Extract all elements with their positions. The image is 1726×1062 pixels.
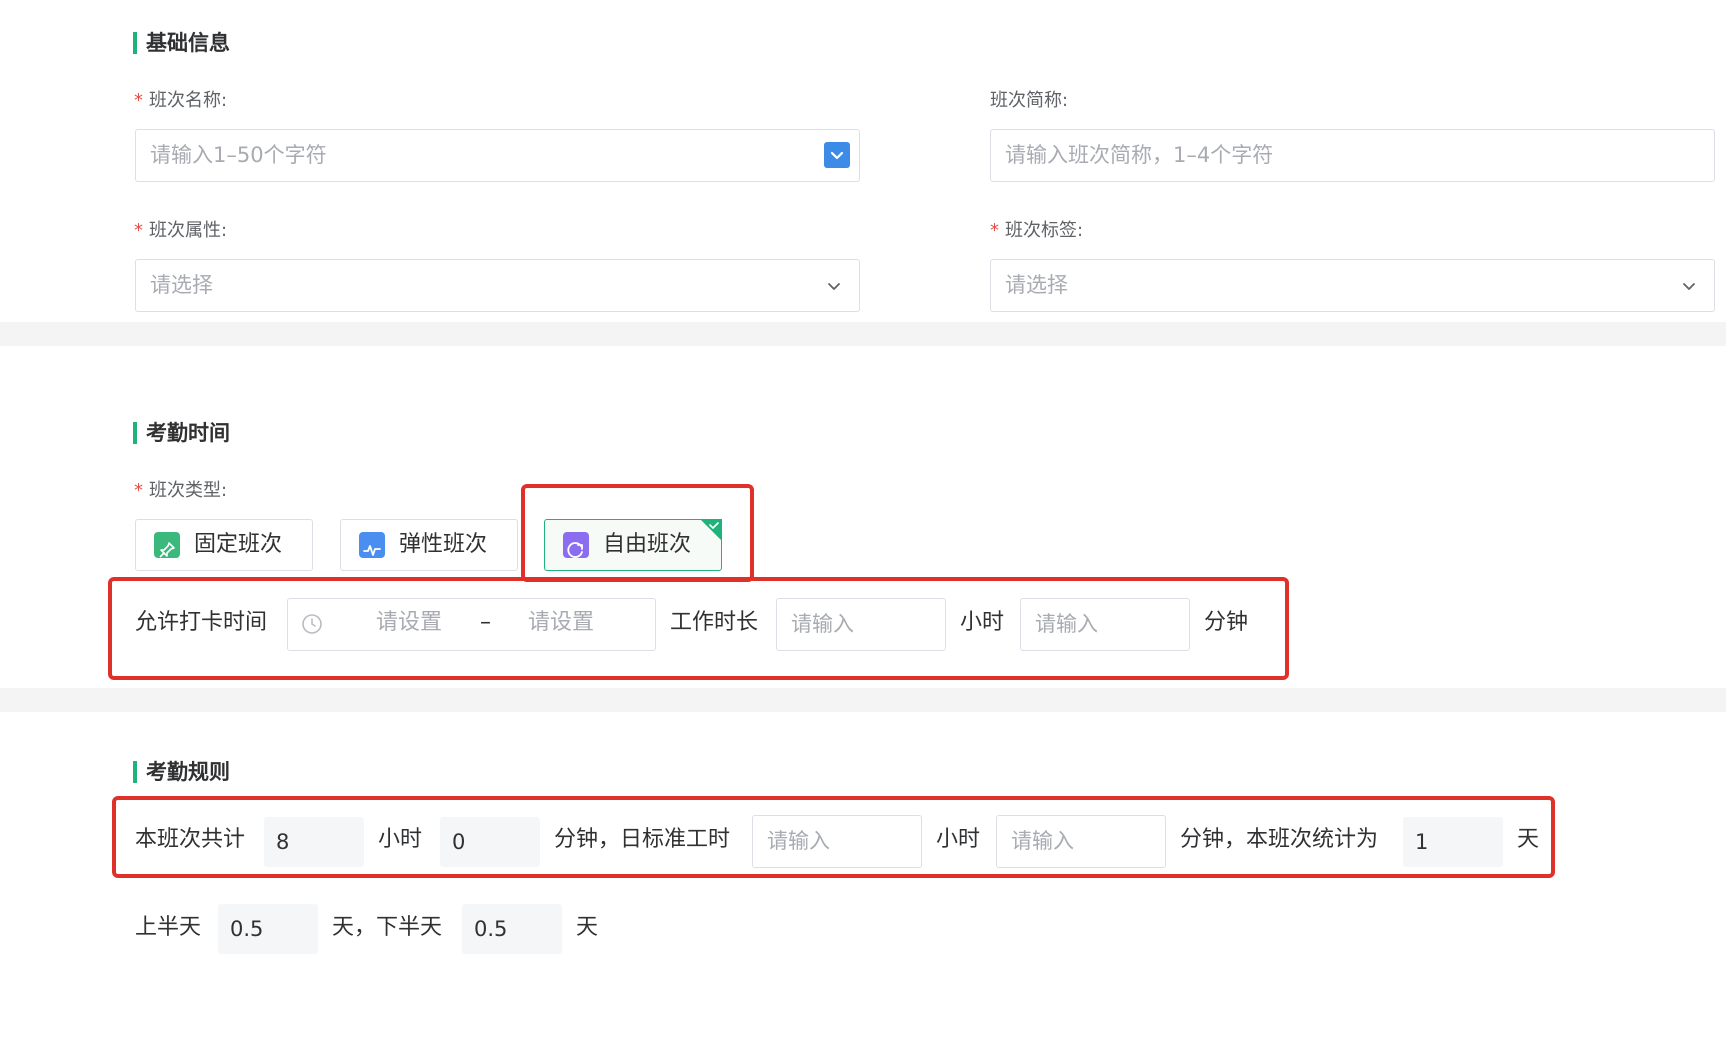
shift-type-label-flexible: 弹性班次 [399,532,488,557]
shift-type-label-fixed: 固定班次 [194,532,283,557]
shift-short-name-input[interactable]: 请输入班次简称，1–4个字符 [990,129,1715,182]
second-half-input[interactable]: 0.5 [462,904,562,954]
shift-attribute-label: * 班次属性: [134,220,228,241]
chevron-down-icon [830,151,844,160]
shift-type-fixed-button[interactable]: 固定班次 [135,519,313,571]
highlight-box-free-shift [521,484,754,582]
shift-attribute-select[interactable]: 请选择 [135,259,860,312]
required-mark: * [134,90,143,111]
highlight-box-punch-row [108,577,1289,680]
section-accent-bar [133,761,137,783]
pulse-icon [359,532,385,558]
highlight-box-rules-row [112,796,1555,878]
first-half-label: 上半天 [135,915,202,940]
chevron-down-icon [828,283,840,290]
required-mark: * [990,220,999,241]
pin-icon [154,532,180,558]
shift-type-label: * 班次类型: [134,480,228,501]
shift-name-dropdown-button[interactable] [824,142,850,168]
shift-type-flexible-button[interactable]: 弹性班次 [340,519,518,571]
shift-name-input[interactable]: 请输入1–50个字符 [135,129,860,182]
section-accent-bar [133,32,137,54]
shift-tag-label: * 班次标签: [990,220,1084,241]
required-mark: * [134,220,143,241]
section-title-attendance-rules: 考勤规则 [146,760,230,784]
second-half-text: 天，下半天 [332,915,443,940]
shift-short-name-label: 班次简称: [990,90,1069,111]
shift-name-label: * 班次名称: [134,90,228,111]
first-half-input[interactable]: 0.5 [218,904,318,954]
section-title-attendance-time: 考勤时间 [146,421,230,445]
section-title-basic-info: 基础信息 [146,31,230,55]
attendance-rules-section [0,712,1726,1062]
second-half-unit: 天 [576,915,599,940]
chevron-down-icon [1683,283,1695,290]
required-mark: * [134,480,143,501]
shift-tag-select[interactable]: 请选择 [990,259,1715,312]
section-accent-bar [133,422,137,444]
